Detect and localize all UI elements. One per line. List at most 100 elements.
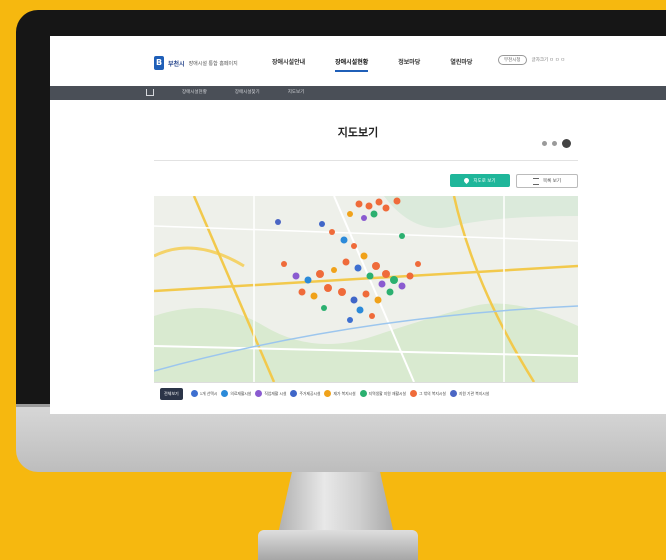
- map-marker: [351, 243, 357, 249]
- legend-label: 그 밖의 복지시설: [418, 390, 446, 396]
- legend-label: 지원 기관 복지시설: [458, 390, 490, 396]
- logo-subtitle: 장애시설 통합 홈페이지: [188, 60, 238, 67]
- map-marker: [350, 296, 358, 304]
- logo-name: 부천시: [168, 60, 185, 68]
- map-marker: [338, 288, 346, 296]
- map-marker: [386, 288, 394, 296]
- main-nav: 장애시설안내 장애시설현황 정보마당 열린마당: [272, 57, 472, 72]
- map-marker: [366, 272, 374, 280]
- breadcrumb-item[interactable]: 장애시설찾기: [235, 89, 260, 96]
- breadcrumb-item[interactable]: 지도보기: [288, 89, 305, 96]
- map-marker: [316, 270, 324, 278]
- city-hall-link[interactable]: 부천시청: [498, 55, 527, 65]
- legend-dot-icon: [324, 390, 332, 397]
- map-marker: [390, 276, 398, 284]
- legend-label: 재가 복지시설: [333, 390, 356, 396]
- map-marker: [370, 210, 378, 218]
- map-view-button[interactable]: 지도로 보기: [450, 174, 510, 187]
- map-marker: [372, 262, 380, 270]
- map-marker: [281, 261, 287, 267]
- page-title: 지도보기: [337, 126, 379, 139]
- share-icon[interactable]: [542, 141, 547, 146]
- legend-label: 직업재활 시설: [264, 390, 287, 396]
- font-size-control[interactable]: 글자크기 ㅁ ㅁ ㅁ: [532, 57, 565, 63]
- map-marker: [378, 280, 386, 288]
- legend-item[interactable]: 주거제공시설: [290, 390, 320, 397]
- print-icon[interactable]: [552, 141, 557, 146]
- legend-dot-icon: [290, 390, 298, 397]
- map-marker: [347, 211, 353, 217]
- legend-dot-icon: [255, 390, 263, 397]
- title-divider: [154, 160, 578, 161]
- map-marker: [355, 200, 363, 208]
- site-header: B 부천시 장애시설 통합 홈페이지 장애시설안내 장애시설현황 정보마당 열린…: [50, 36, 666, 86]
- nav-item-open[interactable]: 열린마당: [450, 57, 472, 66]
- monitor-stand-base: [258, 530, 418, 560]
- screen: B 부천시 장애시설 통합 홈페이지 장애시설안내 장애시설현황 정보마당 열린…: [50, 36, 666, 414]
- legend-label: 의료재활시설: [230, 390, 252, 396]
- map-marker: [360, 252, 368, 260]
- legend-label: 주거제공시설: [299, 390, 321, 396]
- legend-dot-icon: [190, 390, 198, 397]
- map-marker: [374, 296, 382, 304]
- map-marker: [375, 198, 383, 206]
- facility-map[interactable]: [154, 196, 578, 382]
- map-marker: [275, 219, 281, 225]
- legend-item[interactable]: 재가 복지시설: [324, 390, 356, 397]
- breadcrumb-item[interactable]: 장애시설현황: [182, 89, 207, 96]
- legend-item[interactable]: 지역생활 지원 재활시설: [359, 390, 406, 397]
- map-pin-icon: [463, 176, 471, 185]
- nav-item-facility-status[interactable]: 장애시설현황: [335, 57, 369, 72]
- map-marker: [329, 229, 335, 235]
- map-marker: [292, 272, 300, 280]
- map-marker: [310, 292, 318, 300]
- breadcrumb-bar: 장애시설현황 장애시설찾기 지도보기: [50, 86, 666, 100]
- map-marker: [321, 305, 327, 311]
- map-marker: [415, 261, 421, 267]
- map-marker: [324, 284, 332, 292]
- map-marker: [342, 258, 350, 266]
- map-marker: [393, 197, 401, 205]
- list-icon: [533, 177, 539, 185]
- breadcrumb: 장애시설현황 장애시설찾기 지도보기: [146, 89, 304, 96]
- list-view-label: 목록 보기: [543, 179, 561, 184]
- legend-show-all-button[interactable]: 전체보기: [160, 387, 183, 400]
- nav-item-info[interactable]: 정보마당: [398, 57, 420, 66]
- page-tools: [542, 139, 571, 148]
- map-marker: [365, 202, 373, 210]
- map-marker: [398, 282, 406, 290]
- map-marker: [406, 272, 414, 280]
- map-marker: [362, 290, 370, 298]
- home-icon[interactable]: [146, 89, 154, 96]
- monitor-chin: [16, 404, 666, 472]
- legend-label: 지역생활 지원 재활시설: [368, 390, 406, 396]
- legend-item[interactable]: 그 밖의 복지시설: [409, 390, 446, 397]
- map-marker: [340, 236, 348, 244]
- monitor-stand-neck: [278, 472, 394, 534]
- map-marker: [361, 215, 367, 221]
- map-marker: [304, 276, 312, 284]
- nav-item-facility-info[interactable]: 장애시설안내: [272, 57, 305, 66]
- legend-item[interactable]: 1개 선택시: [190, 390, 218, 397]
- map-marker: [347, 317, 353, 323]
- map-marker: [319, 221, 325, 227]
- legend-item[interactable]: 의료재활시설: [221, 390, 251, 397]
- legend-dot-icon: [221, 390, 229, 397]
- map-marker: [356, 306, 364, 314]
- map-marker: [331, 267, 337, 273]
- legend-item[interactable]: 직업재활 시설: [255, 390, 286, 397]
- map-view-label: 지도로 보기: [473, 178, 496, 184]
- map-marker: [382, 204, 390, 212]
- map-marker: [298, 288, 306, 296]
- legend-dot-icon: [409, 390, 417, 397]
- list-view-button[interactable]: 목록 보기: [516, 174, 578, 188]
- site-logo[interactable]: B 부천시 장애시설 통합 홈페이지: [154, 56, 238, 70]
- logo-mark-icon: B: [154, 56, 164, 70]
- map-marker: [382, 270, 390, 278]
- map-marker: [399, 233, 405, 239]
- map-marker: [354, 264, 362, 272]
- legend-label: 1개 선택시: [199, 390, 218, 396]
- settings-icon[interactable]: [562, 139, 571, 148]
- map-canvas: [154, 196, 578, 382]
- legend-item[interactable]: 지원 기관 복지시설: [449, 390, 490, 397]
